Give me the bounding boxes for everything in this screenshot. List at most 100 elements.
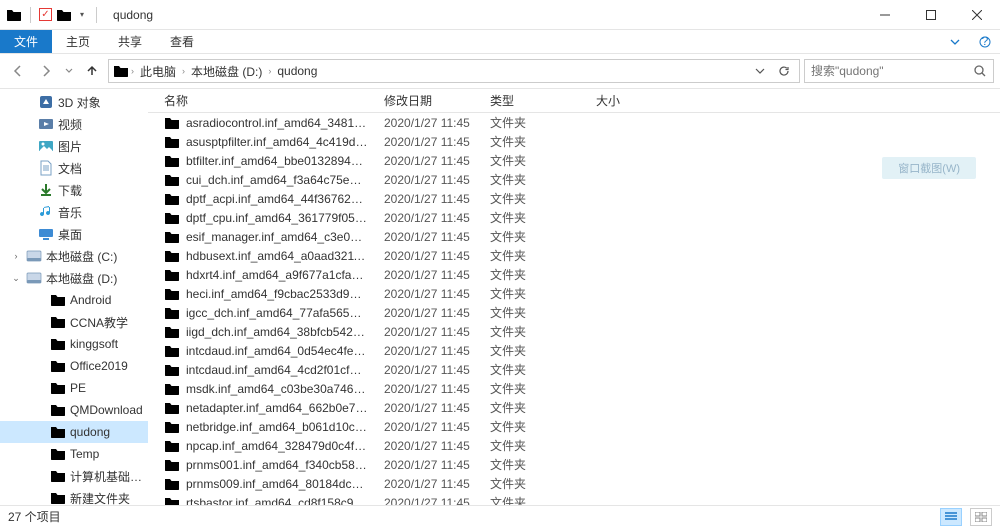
tree-item[interactable]: 3D 对象 [0,91,148,113]
search-icon[interactable] [973,64,987,78]
folder-icon [164,495,180,506]
file-row[interactable]: cui_dch.inf_amd64_f3a64c75ee4defb72020/1… [148,170,1000,189]
tree-item[interactable]: ›本地磁盘 (C:) [0,245,148,267]
file-row[interactable]: intcdaud.inf_amd64_0d54ec4feb82b9...2020… [148,341,1000,360]
column-type[interactable]: 类型 [482,92,588,109]
address-history-icon[interactable] [749,66,771,76]
tree-item-label: kinggsoft [70,337,118,351]
tree-item[interactable]: 计算机基础与应 [0,465,148,487]
crumb-this-pc[interactable]: 此电脑 [136,63,180,80]
nav-tree[interactable]: 3D 对象视频图片文档下载音乐桌面›本地磁盘 (C:)⌄本地磁盘 (D:)And… [0,89,148,505]
crumb-drive-d[interactable]: 本地磁盘 (D:) [187,63,266,80]
file-row[interactable]: hdbusext.inf_amd64_a0aad32117464...2020/… [148,246,1000,265]
main-area: 3D 对象视频图片文档下载音乐桌面›本地磁盘 (C:)⌄本地磁盘 (D:)And… [0,88,1000,505]
tree-item[interactable]: ⌄本地磁盘 (D:) [0,267,148,289]
nav-up-button[interactable] [80,59,104,83]
search-box[interactable] [804,59,994,83]
qat-dropdown-icon[interactable]: ▾ [76,10,88,19]
crumb-qudong[interactable]: qudong [273,64,321,78]
refresh-icon[interactable] [773,65,795,77]
file-name: hdbusext.inf_amd64_a0aad32117464... [186,249,368,263]
tree-item[interactable]: kinggsoft [0,333,148,355]
address-bar[interactable]: › 此电脑 › 本地磁盘 (D:) › qudong [108,59,800,83]
crumb-sep[interactable]: › [182,66,185,76]
file-row[interactable]: btfilter.inf_amd64_bbe013289428f55d2020/… [148,151,1000,170]
file-name: prnms001.inf_amd64_f340cb58fcd232... [186,458,368,472]
file-row[interactable]: netbridge.inf_amd64_b061d10c6fb98...2020… [148,417,1000,436]
ribbon-expand-icon[interactable] [940,30,970,53]
tree-item[interactable]: qudong [0,421,148,443]
file-type: 文件夹 [482,152,588,169]
tree-item[interactable]: 视频 [0,113,148,135]
file-row[interactable]: rtsbastor.inf_amd64_cd8f158c979261...202… [148,493,1000,505]
folder-icon [164,438,180,454]
file-row[interactable]: prnms001.inf_amd64_f340cb58fcd232...2020… [148,455,1000,474]
tree-video-icon [38,116,54,132]
tree-expand-icon[interactable]: ⌄ [10,273,22,284]
tree-item-label: 计算机基础与应 [70,468,144,485]
tree-item[interactable]: 文档 [0,157,148,179]
close-button[interactable] [954,0,1000,30]
tree-item[interactable]: Android [0,289,148,311]
tree-item[interactable]: QMDownload [0,399,148,421]
file-date: 2020/1/27 11:45 [376,173,482,187]
tree-item[interactable]: Office2019 [0,355,148,377]
search-input[interactable] [811,64,973,78]
file-name: hdxrt4.inf_amd64_a9f677a1cfa606fa [186,268,368,282]
file-row[interactable]: dptf_cpu.inf_amd64_361779f053e025ac2020/… [148,208,1000,227]
file-row[interactable]: netadapter.inf_amd64_662b0e7e568b...2020… [148,398,1000,417]
file-row[interactable]: esif_manager.inf_amd64_c3e07bc8cd...2020… [148,227,1000,246]
qat-properties-icon[interactable]: ✓ [39,8,52,21]
file-row[interactable]: prnms009.inf_amd64_80184dcbef677...2020/… [148,474,1000,493]
column-date[interactable]: 修改日期 [376,92,482,109]
maximize-button[interactable] [908,0,954,30]
tree-item[interactable]: 图片 [0,135,148,157]
tab-share[interactable]: 共享 [104,30,156,53]
file-row[interactable]: npcap.inf_amd64_328479d0c4fcaa922020/1/2… [148,436,1000,455]
view-thumbnails-button[interactable] [970,508,992,526]
tree-item-label: QMDownload [70,403,143,417]
file-row[interactable]: iigd_dch.inf_amd64_38bfcb542ef4272e2020/… [148,322,1000,341]
tree-expand-icon[interactable]: › [10,251,22,261]
column-name[interactable]: 名称 [148,92,376,109]
tree-item[interactable]: PE [0,377,148,399]
file-row[interactable]: heci.inf_amd64_f9cbac2533d9036a2020/1/27… [148,284,1000,303]
file-row[interactable]: asradiocontrol.inf_amd64_3481391c8...202… [148,113,1000,132]
file-row[interactable]: dptf_acpi.inf_amd64_44f367624b292f...202… [148,189,1000,208]
folder-icon [164,153,180,169]
file-list[interactable]: 名称 修改日期 类型 大小 asradiocontrol.inf_amd64_3… [148,89,1000,505]
tab-file[interactable]: 文件 [0,30,52,53]
nav-forward-button[interactable] [34,59,58,83]
file-row[interactable]: msdk.inf_amd64_c03be30a746c89a22020/1/27… [148,379,1000,398]
tree-item-label: qudong [70,425,110,439]
file-row[interactable]: asusptpfilter.inf_amd64_4c419d34fb9...20… [148,132,1000,151]
column-size[interactable]: 大小 [588,92,668,109]
window-title: qudong [107,8,153,22]
tab-home[interactable]: 主页 [52,30,104,53]
help-icon[interactable]: ? [970,30,1000,53]
tree-item[interactable]: CCNA教学 [0,311,148,333]
app-folder-icon [6,7,22,23]
file-date: 2020/1/27 11:45 [376,116,482,130]
nav-recent-icon[interactable] [62,59,76,83]
crumb-sep[interactable]: › [131,66,134,76]
tree-item[interactable]: 下载 [0,179,148,201]
nav-back-button[interactable] [6,59,30,83]
tree-item[interactable]: 音乐 [0,201,148,223]
file-row[interactable]: igcc_dch.inf_amd64_77afa5654b3256752020/… [148,303,1000,322]
tree-item[interactable]: 新建文件夹 [0,487,148,505]
tree-item[interactable]: Temp [0,443,148,465]
file-date: 2020/1/27 11:45 [376,192,482,206]
tab-view[interactable]: 查看 [156,30,208,53]
tree-item-label: 文档 [58,160,82,177]
file-row[interactable]: hdxrt4.inf_amd64_a9f677a1cfa606fa2020/1/… [148,265,1000,284]
crumb-sep[interactable]: › [268,66,271,76]
view-details-button[interactable] [940,508,962,526]
file-row[interactable]: intcdaud.inf_amd64_4cd2f01cfbce31602020/… [148,360,1000,379]
minimize-button[interactable] [862,0,908,30]
qat-folder-icon[interactable] [56,7,72,23]
qat-divider-2 [96,7,97,23]
tree-disk-icon [26,270,42,286]
tree-item[interactable]: 桌面 [0,223,148,245]
folder-icon [164,134,180,150]
